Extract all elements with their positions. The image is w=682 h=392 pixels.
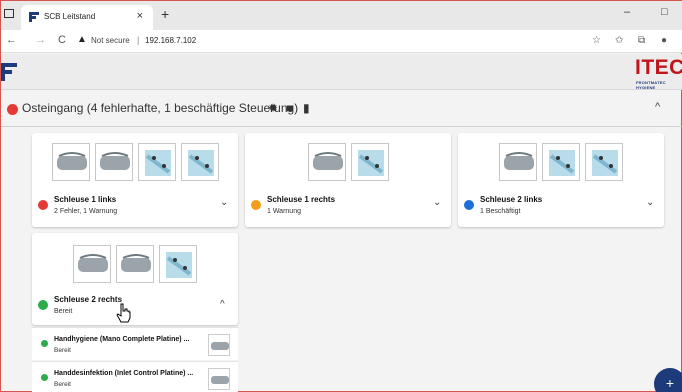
favorites-icon[interactable]: ✩ — [615, 35, 623, 46]
url-separator: | — [137, 35, 140, 45]
profile-icon[interactable]: ● — [661, 35, 667, 46]
frontmatec-logo-icon[interactable] — [1, 63, 17, 81]
trash-icon[interactable]: ■ — [286, 101, 293, 115]
warning-triangle-icon[interactable]: ▲ — [77, 34, 87, 45]
collections-icon[interactable]: ⧉ — [638, 35, 645, 46]
card-schleuse-2-rechts[interactable]: Schleuse 2 rechts Bereit ^ — [32, 233, 238, 325]
hand-device-icon — [94, 143, 133, 181]
card-status: 1 Beschäftigt — [480, 208, 521, 215]
status-dot — [41, 340, 48, 347]
sole-device-icon — [180, 143, 219, 181]
chevron-up-icon[interactable]: ^ — [220, 299, 225, 310]
hand-device-icon — [73, 245, 111, 283]
chevron-down-icon[interactable]: ⌄ — [646, 197, 654, 208]
hand-device-icon — [116, 245, 154, 283]
reload-button[interactable]: C — [58, 34, 66, 46]
card-title: Schleuse 1 rechts — [267, 195, 336, 204]
card-schleuse-1-rechts[interactable]: Schleuse 1 rechts 1 Warnung ⌄ — [245, 133, 451, 227]
add-button[interactable]: + — [654, 368, 682, 392]
hand-device-icon — [51, 143, 90, 181]
sole-device-icon — [137, 143, 176, 181]
status-dot — [464, 200, 474, 210]
url-field[interactable]: ▲ Not secure | 192.168.7.102 — [75, 33, 595, 50]
gear-icon[interactable]: ✹ — [268, 101, 278, 115]
sole-device-icon — [542, 143, 580, 181]
subitem-status: Bereit — [54, 381, 71, 388]
url-text[interactable]: 192.168.7.102 — [145, 36, 196, 45]
status-dot — [38, 300, 48, 310]
browser-tab[interactable]: SCB Leitstand × — [21, 5, 153, 30]
subitem-title: Handdesinfektion (Inlet Control Platine)… — [54, 370, 194, 377]
card-status: 1 Warnung — [267, 208, 301, 215]
status-dot — [38, 200, 48, 210]
sole-device-icon — [159, 245, 197, 283]
itec-logo: ITEC — [635, 56, 682, 79]
list-item[interactable]: Handhygiene (Mano Complete Platine) ... … — [32, 327, 238, 360]
read-aloud-icon[interactable]: ☆ — [592, 35, 601, 46]
group-header[interactable]: Osteingang (4 fehlerhafte, 1 beschäftige… — [1, 91, 682, 127]
group-title: Osteingang (4 fehlerhafte, 1 beschäftige… — [22, 101, 299, 115]
card-schleuse-2-links[interactable]: Schleuse 2 links 1 Beschäftigt ⌄ — [458, 133, 664, 227]
app-favicon-icon — [29, 12, 39, 22]
card-title: Schleuse 2 rechts — [54, 295, 123, 304]
list-item[interactable]: Handdesinfektion (Inlet Control Platine)… — [32, 361, 238, 392]
security-label: Not secure — [91, 36, 130, 45]
chevron-down-icon[interactable]: ⌄ — [433, 197, 441, 208]
status-dot — [41, 374, 48, 381]
subitem-status: Bereit — [54, 347, 71, 354]
hand-device-icon — [307, 143, 346, 181]
chevron-down-icon[interactable]: ⌄ — [220, 197, 228, 208]
card-status: 2 Fehler, 1 Warnung — [54, 208, 118, 215]
card-status: Bereit — [54, 308, 73, 315]
back-button[interactable]: ← — [6, 34, 17, 46]
minimize-button[interactable]: – — [624, 6, 630, 18]
group-status-dot — [7, 104, 18, 115]
tab-title: SCB Leitstand — [44, 12, 96, 21]
hand-cursor-icon — [116, 303, 132, 328]
browser-tab-bar: SCB Leitstand × + – □ — [1, 1, 682, 30]
status-dot — [251, 200, 261, 210]
window-menu-icon[interactable] — [4, 9, 14, 18]
sole-device-icon — [350, 143, 389, 181]
hand-device-icon — [208, 334, 230, 356]
new-tab-button[interactable]: + — [161, 6, 169, 22]
app-header: ITEC FRONTMATEC HYGIENE — [1, 54, 682, 90]
sole-device-icon — [585, 143, 623, 181]
group-collapse-icon[interactable]: ^ — [655, 101, 660, 113]
card-title: Schleuse 2 links — [480, 195, 543, 204]
hand-device-icon — [208, 368, 230, 390]
address-bar: ← → C ▲ Not secure | 192.168.7.102 ☆ ✩ ⧉… — [1, 30, 682, 53]
card-schleuse-1-links[interactable]: Schleuse 1 links 2 Fehler, 1 Warnung ⌄ — [32, 133, 238, 227]
file-icon[interactable]: ▮ — [303, 101, 310, 115]
maximize-button[interactable]: □ — [661, 6, 668, 18]
hand-device-icon — [499, 143, 537, 181]
itec-logo-subtitle: FRONTMATEC HYGIENE — [636, 80, 666, 90]
forward-button[interactable]: → — [35, 34, 46, 46]
card-title: Schleuse 1 links — [54, 195, 117, 204]
subitem-title: Handhygiene (Mano Complete Platine) ... — [54, 336, 190, 343]
tab-close-icon[interactable]: × — [137, 10, 143, 22]
